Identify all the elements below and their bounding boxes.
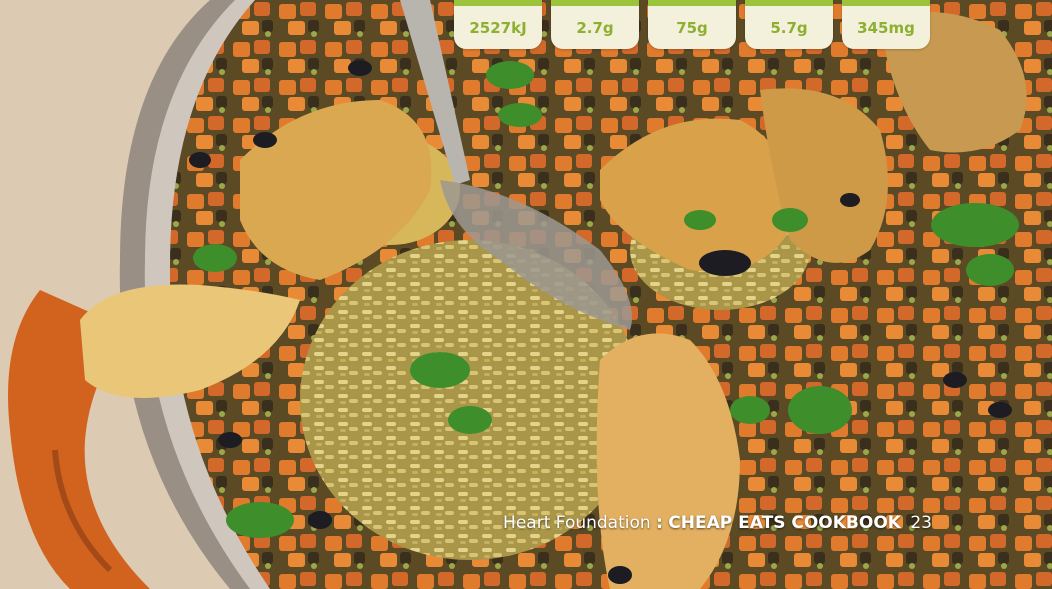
footer-brand: Heart Foundation xyxy=(503,513,651,533)
footer-page-number: 23 xyxy=(910,513,932,533)
food-photo xyxy=(0,0,1052,589)
nutrition-tab-2: 2.7g xyxy=(551,0,639,49)
nutrition-tab-5: 345mg xyxy=(842,0,930,49)
nutrition-tabs: 2527kJ 2.7g 75g 5.7g 345mg xyxy=(454,0,930,49)
nutrition-tab-4: 5.7g xyxy=(745,0,833,49)
page-footer: Heart Foundation : CHEAP EATS COOKBOOK 2… xyxy=(503,513,932,533)
footer-separator: : xyxy=(656,513,663,533)
nutrition-tab-3: 75g xyxy=(648,0,736,49)
nutrition-tab-energy: 2527kJ xyxy=(454,0,542,49)
footer-book-title: CHEAP EATS COOKBOOK xyxy=(668,513,901,533)
